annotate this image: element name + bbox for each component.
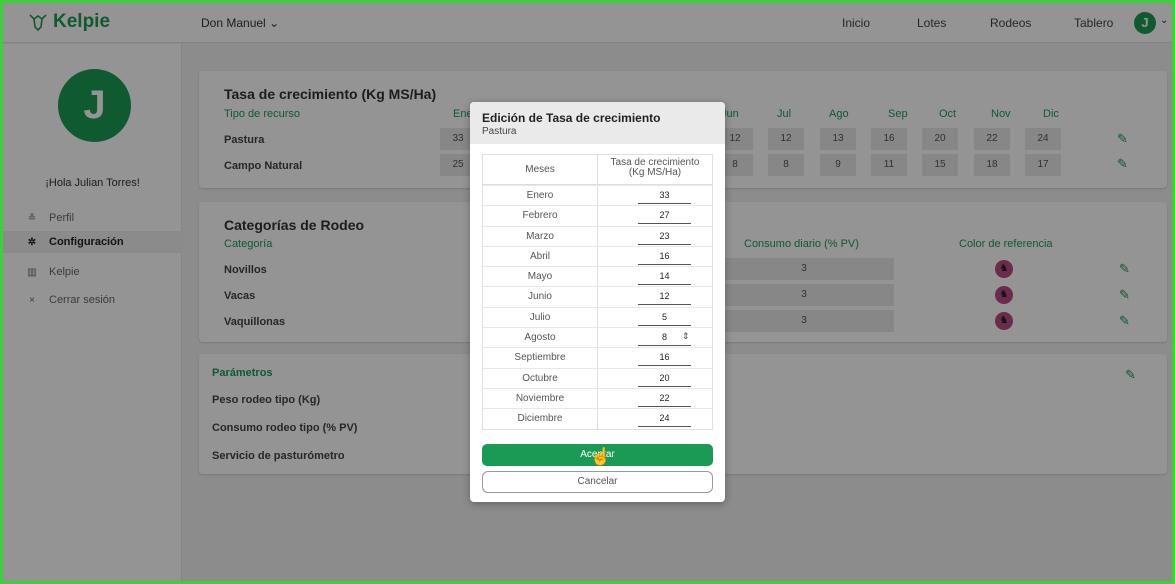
month-label: Diciembre <box>483 409 598 429</box>
table-row: Octubre 20 <box>483 367 712 388</box>
modal-title: Edición de Tasa de crecimiento <box>482 111 661 125</box>
rate-input[interactable]: 22 <box>638 391 691 407</box>
rate-input[interactable]: 24 <box>638 411 691 428</box>
hand-cursor-icon: ☝ <box>590 447 612 466</box>
month-label: Mayo <box>483 267 598 287</box>
table-row: Abril 16 <box>483 245 712 267</box>
rate-cell: 14 <box>598 267 712 286</box>
rate-input[interactable]: 16 <box>638 249 691 265</box>
table-row: Julio 5 <box>483 306 712 328</box>
month-label: Julio <box>483 307 598 328</box>
rate-input[interactable]: 33 <box>638 188 691 204</box>
rate-cell: 24 <box>598 409 712 428</box>
table-row: Marzo 23 <box>483 225 712 246</box>
table-row: Enero 33 <box>483 185 712 206</box>
table-row: Mayo 14 <box>483 266 712 287</box>
header-rate: Tasa de crecimiento (Kg MS/Ha) <box>598 155 712 184</box>
month-label: Septiembre <box>483 348 598 368</box>
month-label: Enero <box>483 186 598 206</box>
month-label: Febrero <box>483 206 598 226</box>
app-frame: Kelpie Don Manuel ⌄ Inicio Lotes Rodeos … <box>0 0 1175 584</box>
rate-cell: 5 <box>598 308 712 327</box>
table-row: Noviembre 22 <box>483 387 712 409</box>
table-body: Enero 33 Febrero 27 Marzo 23 Abril 16 Mayo 14 Juni… <box>483 185 712 429</box>
rate-input[interactable]: 5 <box>638 310 691 326</box>
table-row: Febrero 27 <box>483 205 712 226</box>
rate-cell: 16 <box>598 247 712 266</box>
cancel-button[interactable]: Cancelar <box>482 471 713 493</box>
rate-cell: 33 <box>598 186 712 205</box>
rate-cell: 8 ⇕ <box>598 328 712 347</box>
month-label: Octubre <box>483 368 598 388</box>
rate-input[interactable]: 12 <box>638 289 691 306</box>
rate-cell: 23 <box>598 227 712 246</box>
table-header: Meses Tasa de crecimiento (Kg MS/Ha) <box>483 155 712 185</box>
table-row: Diciembre 24 <box>483 408 712 429</box>
month-label: Abril <box>483 246 598 267</box>
rate-cell: 12 <box>598 287 712 306</box>
table-row: Agosto 8 ⇕ <box>483 327 712 348</box>
header-rate-unit: (Kg MS/Ha) <box>628 167 682 178</box>
rate-input[interactable]: 14 <box>638 269 691 286</box>
rate-cell: 27 <box>598 206 712 225</box>
edit-growth-rate-modal: Edición de Tasa de crecimiento Pastura M… <box>470 102 725 502</box>
month-label: Marzo <box>483 226 598 246</box>
rate-input[interactable]: 20 <box>638 371 691 387</box>
modal-subtitle: Pastura <box>482 126 517 137</box>
rate-cell: 22 <box>598 389 712 408</box>
month-label: Agosto <box>483 328 598 348</box>
rate-input[interactable]: 27 <box>638 208 691 225</box>
table-row: Junio 12 <box>483 286 712 307</box>
rate-cell: 16 <box>598 348 712 367</box>
growth-rate-table: Meses Tasa de crecimiento (Kg MS/Ha) Ene… <box>482 154 713 430</box>
month-label: Noviembre <box>483 388 598 409</box>
rate-input[interactable]: 16 <box>638 350 691 367</box>
rate-input[interactable]: 23 <box>638 229 691 245</box>
month-label: Junio <box>483 287 598 307</box>
header-months: Meses <box>483 155 598 184</box>
rate-cell: 20 <box>598 369 712 388</box>
modal-header: Edición de Tasa de crecimiento Pastura <box>470 102 725 144</box>
spinner-icon[interactable]: ⇕ <box>682 331 690 342</box>
table-row: Septiembre 16 <box>483 347 712 368</box>
